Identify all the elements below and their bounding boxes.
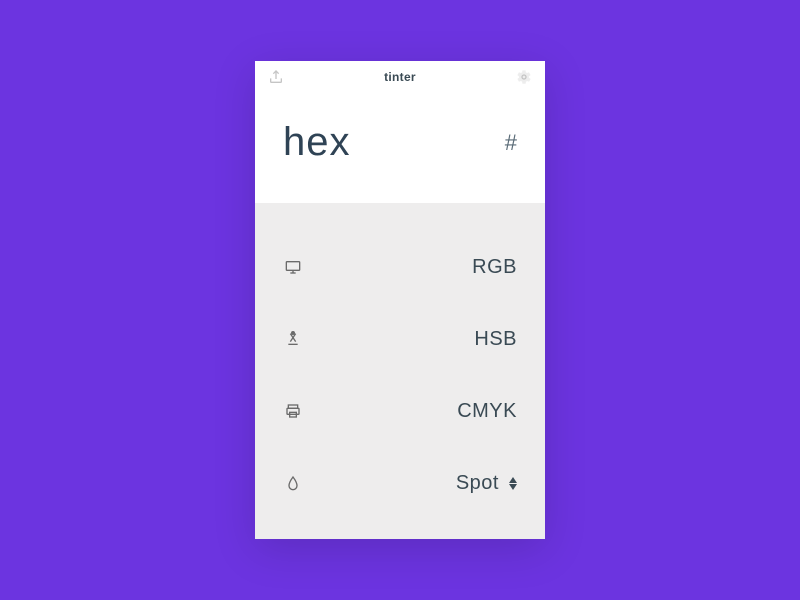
header: tinter bbox=[255, 61, 545, 92]
adjust-icon bbox=[283, 329, 303, 349]
mode-row-cmyk[interactable]: CMYK bbox=[283, 375, 517, 447]
share-icon[interactable] bbox=[267, 68, 285, 86]
drop-icon bbox=[283, 473, 303, 493]
gear-icon[interactable] bbox=[515, 68, 533, 86]
mode-label-spot: Spot bbox=[456, 472, 517, 495]
app-window: tinter hex # RGB bbox=[255, 61, 545, 539]
mode-row-rgb[interactable]: RGB bbox=[283, 231, 517, 303]
spot-stepper[interactable] bbox=[509, 477, 517, 490]
mode-row-spot[interactable]: Spot bbox=[283, 447, 517, 519]
printer-icon bbox=[283, 401, 303, 421]
mode-label-hsb: HSB bbox=[474, 328, 517, 351]
monitor-icon bbox=[283, 257, 303, 277]
app-title: tinter bbox=[384, 70, 416, 84]
modes-section: RGB HSB CMYK bbox=[255, 203, 545, 539]
hash-symbol: # bbox=[505, 130, 517, 156]
spot-text: Spot bbox=[456, 472, 499, 495]
mode-row-hsb[interactable]: HSB bbox=[283, 303, 517, 375]
hex-label: hex bbox=[283, 120, 351, 165]
hex-section[interactable]: hex # bbox=[255, 92, 545, 203]
mode-label-cmyk: CMYK bbox=[457, 400, 517, 423]
mode-label-rgb: RGB bbox=[472, 256, 517, 279]
